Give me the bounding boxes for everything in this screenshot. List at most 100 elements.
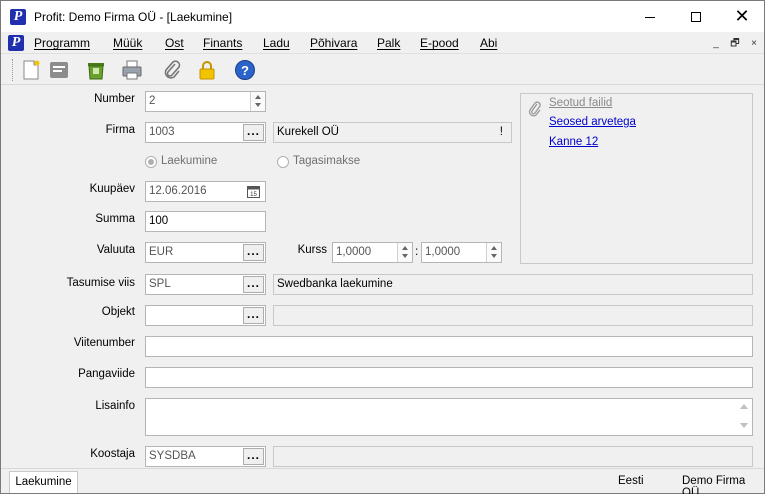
mdi-close-button[interactable]: ×	[746, 37, 762, 51]
menu-ladu[interactable]: Ladu	[263, 36, 290, 50]
toolbar-grip[interactable]	[12, 59, 14, 81]
title-bar: P Profit: Demo Firma OÜ - [Laekumine] ✕	[1, 1, 764, 32]
menu-myyk[interactable]: Müük	[113, 36, 142, 50]
delete-bin-icon	[88, 63, 104, 80]
paperclip-icon	[528, 101, 541, 117]
mdi-restore-button[interactable]: 🗗	[727, 37, 743, 51]
summa-label: Summa	[95, 213, 135, 225]
related-links-panel: Seotud failid Seosed arvetega Kanne 12	[520, 93, 753, 264]
lisainfo-textarea[interactable]	[145, 398, 753, 436]
viitenumber-label: Viitenumber	[73, 337, 135, 349]
menu-programm[interactable]: Programm	[34, 36, 90, 50]
spin-up-icon	[491, 246, 497, 250]
firma-label: Firma	[105, 124, 135, 136]
koostaja-lookup-button[interactable]: ...	[243, 448, 264, 465]
valuuta-label: Valuuta	[96, 244, 135, 256]
tasumise-viis-label: Tasumise viis	[66, 277, 135, 289]
minimize-icon	[645, 16, 655, 18]
menu-finants[interactable]: Finants	[203, 36, 242, 50]
new-document-button[interactable]	[20, 59, 44, 81]
minimize-button[interactable]	[627, 1, 673, 32]
attachment-button[interactable]	[161, 59, 185, 81]
firma-name-value: Kurekell OÜ	[277, 126, 339, 138]
number-label: Number	[94, 93, 135, 105]
kuupaev-value: 12.06.2016	[149, 185, 207, 197]
calendar-icon[interactable]: 15	[247, 185, 260, 198]
pangaviide-field[interactable]	[145, 367, 753, 388]
koostaja-value: SYSDBA	[149, 450, 196, 462]
spin-down-icon	[255, 103, 261, 107]
notes-icon	[50, 62, 68, 78]
lisainfo-label: Lisainfo	[95, 400, 135, 412]
attachment-icon	[164, 60, 181, 79]
spin-up-icon	[402, 246, 408, 250]
svg-text:15: 15	[250, 192, 257, 198]
scroll-up-icon	[740, 404, 748, 409]
menu-pohivara[interactable]: Põhivara	[310, 36, 357, 50]
firma-code-value: 1003	[149, 126, 175, 138]
firma-name-field: Kurekell OÜ !	[273, 122, 512, 143]
radio-tagasimakse[interactable]	[277, 156, 289, 168]
valuuta-value: EUR	[149, 246, 174, 258]
viitenumber-field[interactable]	[145, 336, 753, 357]
link-seotud-failid[interactable]: Seotud failid	[549, 97, 612, 109]
app-window: P Profit: Demo Firma OÜ - [Laekumine] ✕ …	[0, 0, 765, 494]
number-field[interactable]: 2	[145, 91, 266, 112]
print-icon	[122, 60, 142, 80]
kurss-field-2[interactable]: 1,0000	[421, 242, 502, 263]
new-document-icon	[23, 60, 40, 80]
number-value: 2	[149, 95, 156, 107]
lock-icon	[199, 61, 215, 80]
kuupaev-label: Kuupäev	[89, 183, 135, 195]
pangaviide-label: Pangaviide	[78, 368, 135, 380]
delete-button[interactable]	[85, 59, 109, 81]
firma-lookup-button[interactable]: ...	[243, 124, 264, 141]
help-button[interactable]: ?	[234, 59, 258, 81]
tasumise-viis-lookup-button[interactable]: ...	[243, 276, 264, 293]
objekt-lookup-button[interactable]: ...	[243, 307, 264, 324]
kurss-spinner-1[interactable]	[397, 243, 412, 262]
kurss-label: Kurss	[297, 244, 327, 256]
notes-button[interactable]	[48, 59, 72, 81]
tasumise-viis-name-field: Swedbanka laekumine	[273, 274, 753, 295]
print-button[interactable]	[121, 59, 145, 81]
tasumise-viis-value: SPL	[149, 278, 171, 290]
lisainfo-scrollbar[interactable]	[736, 399, 752, 435]
close-icon: ✕	[734, 6, 750, 26]
close-button[interactable]: ✕	[719, 1, 765, 32]
tab-laekumine[interactable]: Laekumine	[9, 471, 78, 493]
summa-field[interactable]: 100	[145, 211, 266, 232]
kuupaev-field[interactable]: 12.06.2016 15	[145, 181, 266, 202]
mdi-minimize-button[interactable]: _	[708, 37, 724, 51]
link-seosed-arvetega[interactable]: Seosed arvetega	[549, 116, 636, 128]
lock-button[interactable]	[196, 59, 220, 81]
menu-abi[interactable]: Abi	[480, 36, 497, 50]
objekt-name-field	[273, 305, 753, 326]
kurss-separator: :	[415, 244, 419, 258]
scroll-down-icon	[740, 423, 748, 428]
lisainfo-value	[146, 401, 149, 413]
kurss-field-1[interactable]: 1,0000	[332, 242, 413, 263]
radio-laekumine-label: Laekumine	[161, 155, 218, 167]
objekt-label: Objekt	[101, 306, 135, 318]
kurss-value-2: 1,0000	[425, 246, 461, 258]
kurss-spinner-2[interactable]	[486, 243, 501, 262]
toolbar: ?	[1, 55, 764, 85]
maximize-button[interactable]	[673, 1, 719, 32]
menu-bar: P Programm Müük Ost Finants Ladu Põhivar…	[1, 32, 764, 54]
number-spinner[interactable]	[250, 92, 265, 111]
radio-laekumine[interactable]	[145, 156, 157, 168]
svg-text:?: ?	[241, 63, 249, 78]
status-language: Eesti	[618, 475, 644, 487]
menu-epood[interactable]: E-pood	[420, 36, 459, 50]
menu-logo-icon[interactable]: P	[8, 35, 24, 51]
summa-value: 100	[149, 215, 169, 227]
app-logo-icon: P	[10, 9, 26, 25]
window-title: Profit: Demo Firma OÜ - [Laekumine]	[34, 10, 233, 24]
payment-form: Number 2 Firma 1003 ... Kurekell OÜ ! La…	[1, 86, 764, 467]
spin-down-icon	[491, 254, 497, 258]
menu-palk[interactable]: Palk	[377, 36, 400, 50]
link-kanne[interactable]: Kanne 12	[549, 136, 598, 148]
status-bar: Laekumine Eesti Demo Firma OÜ	[1, 468, 764, 494]
menu-ost[interactable]: Ost	[165, 36, 184, 50]
